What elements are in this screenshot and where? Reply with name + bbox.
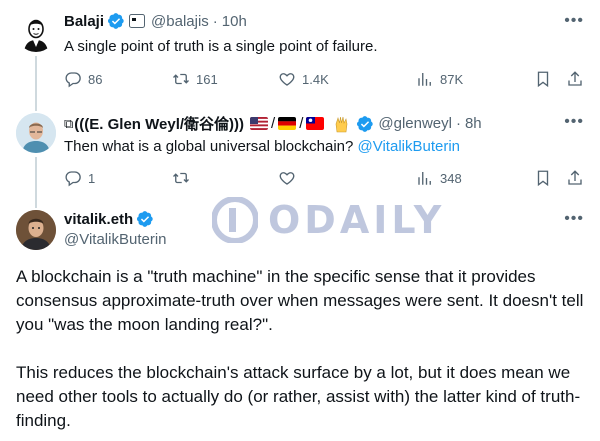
mention-link[interactable]: @VitalikButerin [358,138,461,155]
separator-dot: · [455,115,461,132]
share-icon [568,170,582,185]
author-name[interactable]: vitalik.eth [64,211,133,228]
views-chart-icon [418,172,431,185]
author-handle[interactable]: @VitalikButerin [64,231,167,248]
reply-button[interactable]: 1 [64,169,95,187]
view-count: 348 [440,170,462,186]
share-icon [568,71,582,86]
repost-button[interactable]: 161 [172,70,218,88]
tweet-balaji[interactable]: Balaji @balajis · 10h ••• A single point… [0,0,600,106]
avatar-vitalik[interactable] [16,210,56,250]
thread-line-top [35,103,37,111]
tweet-paragraph-2: This reduces the blockchain's attack sur… [16,363,581,430]
affiliate-badge-icon [129,14,146,28]
taiwan-flag-icon [306,117,325,130]
more-options-icon[interactable]: ••• [564,210,584,228]
action-bar: 1 348 [64,169,584,189]
author-handle[interactable]: @glenweyl [378,115,452,132]
tweet-text: A single point of truth is a single poin… [64,38,378,55]
more-options-icon[interactable]: ••• [564,12,584,30]
author-handle[interactable]: @balajis [151,13,209,30]
heart-icon [279,172,295,185]
tweet-handle-row: @VitalikButerin [64,231,167,248]
people-icon: ⧉ [64,115,74,131]
repost-icon [173,73,189,85]
flag-separator: / [271,115,276,132]
thread-line-top [35,200,37,208]
avatar-glenweyl[interactable] [16,113,56,153]
timestamp[interactable]: 8h [465,115,482,132]
separator-dot: · [212,12,218,30]
like-button[interactable]: 1.4K [278,70,329,88]
reply-icon [65,72,81,88]
repost-button[interactable] [172,169,196,187]
views-button[interactable]: 348 [416,169,462,187]
reply-button[interactable]: 86 [64,70,102,88]
tweet-glenweyl[interactable]: ⧉ (((E. Glen Weyl/衛谷倫))) / / @glenweyl ·… [0,103,600,204]
germany-flag-icon [278,117,297,130]
like-count: 1.4K [302,71,329,87]
heart-icon [279,73,295,86]
bookmark-button[interactable] [534,70,552,88]
odaily-logo-icon [212,197,258,243]
vulcan-salute-icon [336,116,348,132]
bookmark-icon [537,170,549,187]
flag-separator: / [299,115,304,132]
author-name[interactable]: (((E. Glen Weyl/衛谷倫))) [74,113,244,134]
reply-count: 86 [88,71,103,87]
share-button[interactable] [566,70,584,88]
repost-count: 161 [196,71,218,87]
action-bar: 86 161 1.4K 87K [64,70,584,90]
view-count: 87K [440,71,464,87]
bookmark-button[interactable] [534,169,552,187]
verified-badge-icon [357,115,374,132]
tweet-header: ⧉ (((E. Glen Weyl/衛谷倫))) / / @glenweyl ·… [64,113,482,134]
avatar-balaji[interactable] [16,12,56,52]
reply-icon [65,171,81,187]
tweet-text-main: Then what is a global universal blockcha… [64,138,354,155]
tweet-header: Balaji @balajis · 10h [64,12,247,30]
repost-icon [173,172,189,184]
thread-line [35,56,37,106]
author-name[interactable]: Balaji [64,13,104,30]
more-options-icon[interactable]: ••• [564,113,584,131]
reply-count: 1 [88,170,96,186]
share-button[interactable] [566,169,584,187]
bookmark-icon [537,71,549,88]
watermark-text: ODAILY [268,198,446,242]
timestamp[interactable]: 10h [222,13,247,30]
like-button[interactable] [278,169,302,187]
views-button[interactable]: 87K [416,70,463,88]
verified-badge-icon [137,211,153,227]
tweet-header: vitalik.eth [64,210,158,228]
tweet-paragraph-1: A blockchain is a "truth machine" in the… [16,267,584,334]
tweet-text: Then what is a global universal blockcha… [64,137,460,157]
thread-line [35,157,37,204]
views-chart-icon [418,73,431,86]
us-flag-icon [250,117,269,130]
flags: / / [248,115,350,133]
verified-badge-icon [108,13,124,29]
watermark: ODAILY [212,197,445,243]
